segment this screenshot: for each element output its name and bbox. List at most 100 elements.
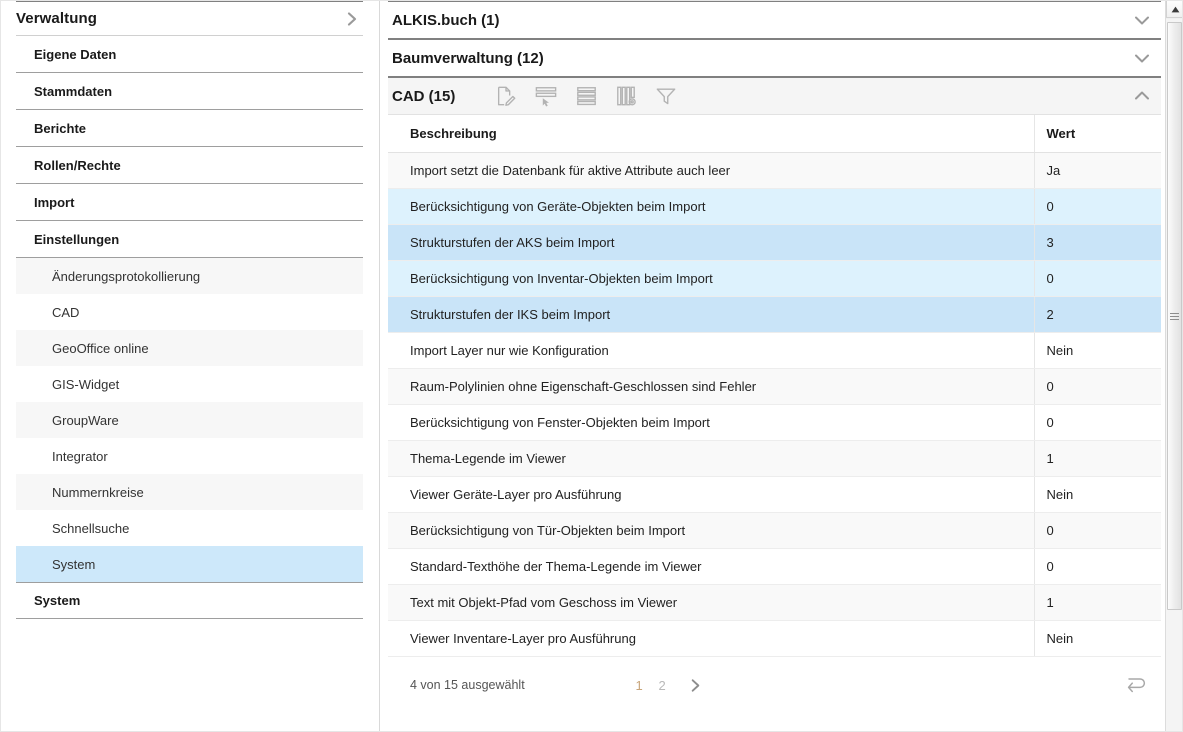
table-row[interactable]: Import setzt die Datenbank für aktive At… <box>388 152 1161 188</box>
list-rows-icon[interactable] <box>573 83 599 109</box>
table-body: Import setzt die Datenbank für aktive At… <box>388 152 1161 656</box>
chevron-down-icon[interactable] <box>1131 47 1153 69</box>
accordion-header-cad[interactable]: CAD (15) <box>388 76 1161 114</box>
sidebar-item-system[interactable]: System <box>16 546 363 582</box>
cell-wert: 2 <box>1034 296 1161 332</box>
sidebar-item-einstellungen[interactable]: Einstellungen <box>16 221 363 258</box>
accordion-header-alkis-buch[interactable]: ALKIS.buch (1) <box>388 0 1161 38</box>
column-header-wert[interactable]: Wert <box>1034 115 1161 152</box>
filter-funnel-icon[interactable] <box>653 83 679 109</box>
sidebar-item-groupware[interactable]: GroupWare <box>16 402 363 438</box>
table-row[interactable]: Viewer Inventare-Layer pro AusführungNei… <box>388 620 1161 656</box>
scrollbar-thumb[interactable] <box>1167 22 1182 610</box>
table-row[interactable]: Raum-Polylinien ohne Eigenschaft-Geschlo… <box>388 368 1161 404</box>
table-row[interactable]: Berücksichtigung von Fenster-Objekten be… <box>388 404 1161 440</box>
table-row[interactable]: Import Layer nur wie KonfigurationNein <box>388 332 1161 368</box>
table-row[interactable]: Thema-Legende im Viewer1 <box>388 440 1161 476</box>
sidebar-item-label: Eigene Daten <box>34 47 116 62</box>
cell-wert: 0 <box>1034 368 1161 404</box>
cell-beschreibung: Text mit Objekt-Pfad vom Geschoss im Vie… <box>388 584 1034 620</box>
select-row-icon[interactable] <box>533 83 559 109</box>
sidebar-item-label: Import <box>34 195 74 210</box>
table-row[interactable]: Strukturstufen der IKS beim Import2 <box>388 296 1161 332</box>
edit-document-icon[interactable] <box>493 83 519 109</box>
cell-beschreibung: Import setzt die Datenbank für aktive At… <box>388 152 1034 188</box>
table-row[interactable]: Text mit Objekt-Pfad vom Geschoss im Vie… <box>388 584 1161 620</box>
table-row[interactable]: Berücksichtigung von Inventar-Objekten b… <box>388 260 1161 296</box>
sidebar-item-label: System <box>34 593 80 608</box>
accordion-title: CAD (15) <box>392 88 455 105</box>
scroll-up-arrow-icon[interactable] <box>1166 0 1183 18</box>
sidebar-item-label: Berichte <box>34 121 86 136</box>
sidebar-item-label: Änderungsprotokollierung <box>52 269 200 284</box>
cell-wert: 0 <box>1034 512 1161 548</box>
cell-beschreibung: Berücksichtigung von Tür-Objekten beim I… <box>388 512 1034 548</box>
sidebar-item-geooffice-online[interactable]: GeoOffice online <box>16 330 363 366</box>
cell-beschreibung: Berücksichtigung von Geräte-Objekten bei… <box>388 188 1034 224</box>
sidebar-item-integrator[interactable]: Integrator <box>16 438 363 474</box>
selection-status: 4 von 15 ausgewählt <box>388 678 525 692</box>
cell-wert: Nein <box>1034 332 1161 368</box>
sidebar-header[interactable]: Verwaltung <box>16 0 363 36</box>
sidebar-item-anderungsprotokollierung[interactable]: Änderungsprotokollierung <box>16 258 363 294</box>
column-settings-icon[interactable] <box>613 83 639 109</box>
cell-beschreibung: Strukturstufen der AKS beim Import <box>388 224 1034 260</box>
table-row[interactable]: Standard-Texthöhe der Thema-Legende im V… <box>388 548 1161 584</box>
grid-toolbar <box>493 83 679 109</box>
cell-beschreibung: Viewer Inventare-Layer pro Ausführung <box>388 620 1034 656</box>
accordion-header-baumverwaltung[interactable]: Baumverwaltung (12) <box>388 38 1161 76</box>
table-row[interactable]: Viewer Geräte-Layer pro AusführungNein <box>388 476 1161 512</box>
chevron-up-icon[interactable] <box>1131 85 1153 107</box>
undo-reset-icon[interactable] <box>1123 674 1161 696</box>
table-row[interactable]: Strukturstufen der AKS beim Import3 <box>388 224 1161 260</box>
sidebar-item-schnellsuche[interactable]: Schnellsuche <box>16 510 363 546</box>
sidebar-item-eigene-daten[interactable]: Eigene Daten <box>16 36 363 73</box>
cell-wert: 1 <box>1034 584 1161 620</box>
table-row[interactable]: Berücksichtigung von Tür-Objekten beim I… <box>388 512 1161 548</box>
chevron-down-icon[interactable] <box>1131 9 1153 31</box>
page-button-1[interactable]: 1 <box>635 678 644 693</box>
cell-beschreibung: Import Layer nur wie Konfiguration <box>388 332 1034 368</box>
cell-wert: 0 <box>1034 404 1161 440</box>
sidebar-item-label: Stammdaten <box>34 84 112 99</box>
sidebar-item-label: Nummernkreise <box>52 485 144 500</box>
sidebar-item-label: Schnellsuche <box>52 521 129 536</box>
settings-table: Beschreibung Wert Import setzt die Daten… <box>388 115 1161 657</box>
cell-beschreibung: Standard-Texthöhe der Thema-Legende im V… <box>388 548 1034 584</box>
sidebar-item-system[interactable]: System <box>16 582 363 619</box>
accordion-title: Baumverwaltung (12) <box>392 50 544 67</box>
cell-wert: 0 <box>1034 188 1161 224</box>
vertical-scrollbar[interactable] <box>1165 0 1183 732</box>
cell-beschreibung: Raum-Polylinien ohne Eigenschaft-Geschlo… <box>388 368 1034 404</box>
sidebar: Verwaltung Eigene Daten Stammdaten Bericht… <box>0 0 380 732</box>
sidebar-item-label: CAD <box>52 305 79 320</box>
sidebar-item-import[interactable]: Import <box>16 184 363 221</box>
sidebar-item-label: GeoOffice online <box>52 341 149 356</box>
cell-wert: Nein <box>1034 476 1161 512</box>
sidebar-title: Verwaltung <box>16 10 97 27</box>
sidebar-item-gis-widget[interactable]: GIS-Widget <box>16 366 363 402</box>
sidebar-item-nummernkreise[interactable]: Nummernkreise <box>16 474 363 510</box>
table-header-row: Beschreibung Wert <box>388 115 1161 152</box>
sidebar-item-berichte[interactable]: Berichte <box>16 110 363 147</box>
column-header-beschreibung[interactable]: Beschreibung <box>388 115 1034 152</box>
cell-beschreibung: Strukturstufen der IKS beim Import <box>388 296 1034 332</box>
chevron-right-icon[interactable] <box>343 10 361 28</box>
sidebar-content: Verwaltung Eigene Daten Stammdaten Bericht… <box>14 0 365 619</box>
sidebar-item-rollen-rechte[interactable]: Rollen/Rechte <box>16 147 363 184</box>
cell-wert: Ja <box>1034 152 1161 188</box>
next-page-chevron-right-icon[interactable] <box>687 677 704 694</box>
cell-wert: 3 <box>1034 224 1161 260</box>
page-button-2[interactable]: 2 <box>658 678 667 693</box>
sidebar-item-label: Rollen/Rechte <box>34 158 121 173</box>
sidebar-item-label: System <box>52 557 95 572</box>
accordion-container: ALKIS.buch (1) Baumverwaltung (12) <box>388 0 1161 732</box>
scrollbar-grip <box>1170 311 1179 322</box>
table-row[interactable]: Berücksichtigung von Geräte-Objekten bei… <box>388 188 1161 224</box>
pagination: 1 2 <box>635 677 704 694</box>
sidebar-item-cad[interactable]: CAD <box>16 294 363 330</box>
sidebar-item-stammdaten[interactable]: Stammdaten <box>16 73 363 110</box>
settings-table-wrapper: Beschreibung Wert Import setzt die Daten… <box>388 114 1161 657</box>
cell-wert: Nein <box>1034 620 1161 656</box>
sidebar-item-label: Integrator <box>52 449 108 464</box>
